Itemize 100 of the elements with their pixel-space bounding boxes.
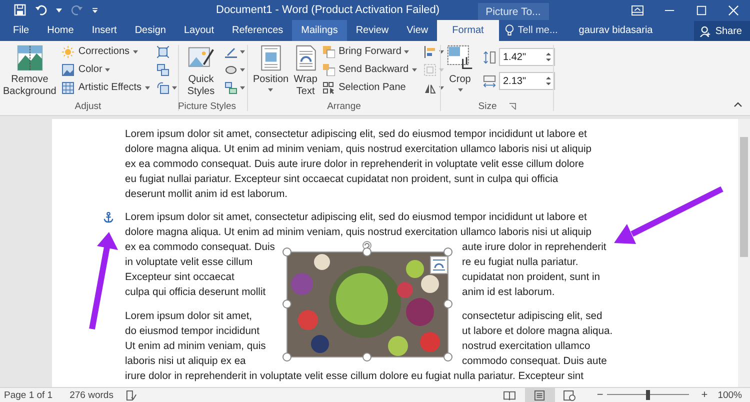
- body-text-line: re eu fugiat nulla pariatur.: [462, 256, 578, 270]
- ribbon-display-options-icon[interactable]: [631, 4, 644, 16]
- user-name[interactable]: gaurav bidasaria: [578, 20, 653, 41]
- lightbulb-icon: [504, 24, 514, 37]
- undo-icon[interactable]: [35, 4, 47, 16]
- zoom-out-button[interactable]: −: [592, 389, 608, 401]
- save-icon[interactable]: [14, 4, 26, 16]
- caret-icon: [144, 86, 150, 90]
- collapse-ribbon-icon[interactable]: [734, 102, 742, 107]
- stacked-squares-icon: [322, 64, 335, 76]
- caret-icon[interactable]: [56, 8, 62, 12]
- body-text-line: Lorem ipsum dolor sit amet, consectetur adipiscing elit, sed do eiusmod tempor incididunt ut labore et: [125, 211, 587, 225]
- caret-icon: [172, 86, 177, 90]
- send-backward-button[interactable]: Send Backward: [322, 62, 417, 77]
- ribbon-tab[interactable]: Design: [126, 20, 175, 41]
- page-count[interactable]: Page 1 of 1: [0, 390, 53, 400]
- customize-menu-icon[interactable]: [92, 8, 98, 12]
- ribbon-tab[interactable]: Mailings: [292, 20, 347, 41]
- selection-pane-button[interactable]: Selection Pane: [322, 80, 417, 95]
- shapes-with-cursor-icon: [322, 82, 335, 94]
- shape-height-icon: [483, 50, 496, 64]
- body-text-line: deserunt mollit anim id est laborum.: [125, 188, 288, 202]
- crop-button[interactable]: Crop: [446, 44, 474, 101]
- body-text-line: irure dolor in reprehenderit in voluptate velit esse cillum dolore eu fugiat nulla pariatur. Excepteur sint: [125, 370, 584, 384]
- ribbon-tab[interactable]: Insert: [82, 20, 126, 41]
- caret-icon: [458, 88, 462, 92]
- stacked-squares-icon: [322, 46, 335, 58]
- window-title: Document1 - Word (Product Activation Failed): [216, 4, 440, 16]
- body-text-line: ex ea commodo consequat. Duis aute irure dolor in reprehenderit in voluptate velit esse cillum dolore: [125, 158, 584, 172]
- sun-icon: [62, 46, 74, 58]
- open-book-icon: [503, 390, 516, 400]
- bring-forward-button[interactable]: Bring Forward: [322, 44, 417, 59]
- caret-icon: [404, 50, 410, 54]
- picture-icon: [62, 64, 74, 76]
- dialog-launcher-icon[interactable]: [508, 103, 516, 110]
- body-text-line: commodo consequat. Duis aute: [462, 355, 607, 369]
- align-icon[interactable]: [424, 46, 436, 58]
- height-field[interactable]: 1.42": [499, 48, 555, 66]
- layout-options-icon[interactable]: [430, 256, 448, 274]
- corrections-button[interactable]: Corrections: [62, 44, 150, 59]
- body-text-line: eu fugiat nullai pariatur. Excepteur sint occaecat cupidatat non proident, sunt in culpa qui officia: [125, 173, 558, 187]
- artistic-effects-button[interactable]: Artistic Effects: [62, 80, 150, 95]
- body-text-line: do eiusmod tempor incididunt: [125, 325, 260, 339]
- page-icon: [533, 390, 546, 400]
- body-text-line: aute irure dolor in reprehenderit: [462, 241, 606, 255]
- position-button[interactable]: Position: [253, 44, 289, 101]
- vertical-scrollbar[interactable]: [738, 119, 750, 387]
- change-picture-icon[interactable]: [156, 64, 169, 76]
- body-text-line: dolore magna aliqua. Ut enim ad minim veniam, quis nostrud exercitation ullamco laboris nisi ut aliquip: [125, 143, 592, 157]
- body-text-line: ex ea commodo consequat. Duis: [125, 241, 275, 255]
- rotate-icon[interactable]: [424, 82, 436, 94]
- remove-background-button[interactable]: Remove Background: [3, 44, 56, 101]
- maximize-icon[interactable]: [695, 4, 708, 16]
- ribbon-tab[interactable]: File: [4, 20, 38, 41]
- reset-picture-icon[interactable]: [156, 82, 169, 94]
- body-text-line: in voluptate velit esse cillum: [125, 256, 253, 270]
- ribbon-tab[interactable]: View: [398, 20, 438, 41]
- crop-icon: [446, 44, 474, 72]
- zoom-in-button[interactable]: +: [697, 389, 712, 401]
- body-text-line: nostrud exercitation ullamco: [462, 340, 590, 354]
- picture-grid-icon: [62, 82, 74, 94]
- body-text-line: consectetur adipiscing elit, sed: [462, 310, 602, 324]
- shape-width-icon: [483, 74, 496, 88]
- group-label: Picture Styles: [178, 101, 236, 112]
- caret-icon: [438, 68, 444, 72]
- pen-icon[interactable]: [225, 46, 237, 58]
- ribbon-tab[interactable]: Home: [38, 20, 83, 41]
- mountain-picture-icon: [16, 44, 44, 72]
- share-button[interactable]: Share: [694, 21, 750, 41]
- body-text-line: Lorem ipsum dolor sit amet, consectetur adipiscing elit, sed do eiusmod tempor incididunt ut labore et: [125, 128, 587, 142]
- ribbon-tab[interactable]: Layout: [174, 20, 223, 41]
- picture-layout-icon[interactable]: [225, 82, 237, 94]
- caret-icon: [105, 68, 110, 72]
- body-text-line: Excepteur sint occaecat: [125, 271, 234, 285]
- tell-me-field[interactable]: Tell me...: [518, 25, 574, 36]
- body-text-line: cupidatat non proident, sunt in: [462, 271, 600, 285]
- zoom-level[interactable]: 100%: [718, 390, 742, 400]
- wrap-text-button[interactable]: Wrap Text: [292, 44, 320, 101]
- contextual-tab-header: Picture To...: [478, 3, 549, 20]
- zoom-slider[interactable]: [607, 390, 690, 400]
- width-field[interactable]: 2.13": [499, 72, 555, 90]
- view-button[interactable]: [524, 388, 555, 402]
- body-text-line: ut labore et dolore magna aliqua.: [462, 325, 613, 339]
- ribbon-tab[interactable]: References: [223, 20, 292, 41]
- caret-icon: [268, 88, 274, 92]
- quick-styles-button[interactable]: Quick Styles: [184, 44, 218, 101]
- compress-pictures-icon[interactable]: [156, 46, 169, 58]
- proofing-book-icon[interactable]: [126, 390, 138, 400]
- anchor-icon: [103, 212, 114, 223]
- group-label: Arrange: [327, 101, 361, 114]
- close-icon[interactable]: [727, 4, 740, 16]
- zoom-slider-thumb[interactable]: [646, 390, 650, 400]
- caret-icon: [240, 86, 245, 90]
- word-count[interactable]: 276 words: [66, 390, 114, 400]
- ribbon-tab[interactable]: Review: [346, 20, 398, 41]
- ribbon-tab[interactable]: Format: [437, 20, 499, 41]
- caret-icon: [240, 68, 245, 72]
- body-text-line: dolore magna aliqua. Ut enim ad minim veniam, quis nostrud exercitation ullamco laboris nisi ut aliquip: [125, 226, 592, 240]
- eraser-shape-icon[interactable]: [225, 64, 237, 76]
- color-button[interactable]: Color: [62, 62, 150, 77]
